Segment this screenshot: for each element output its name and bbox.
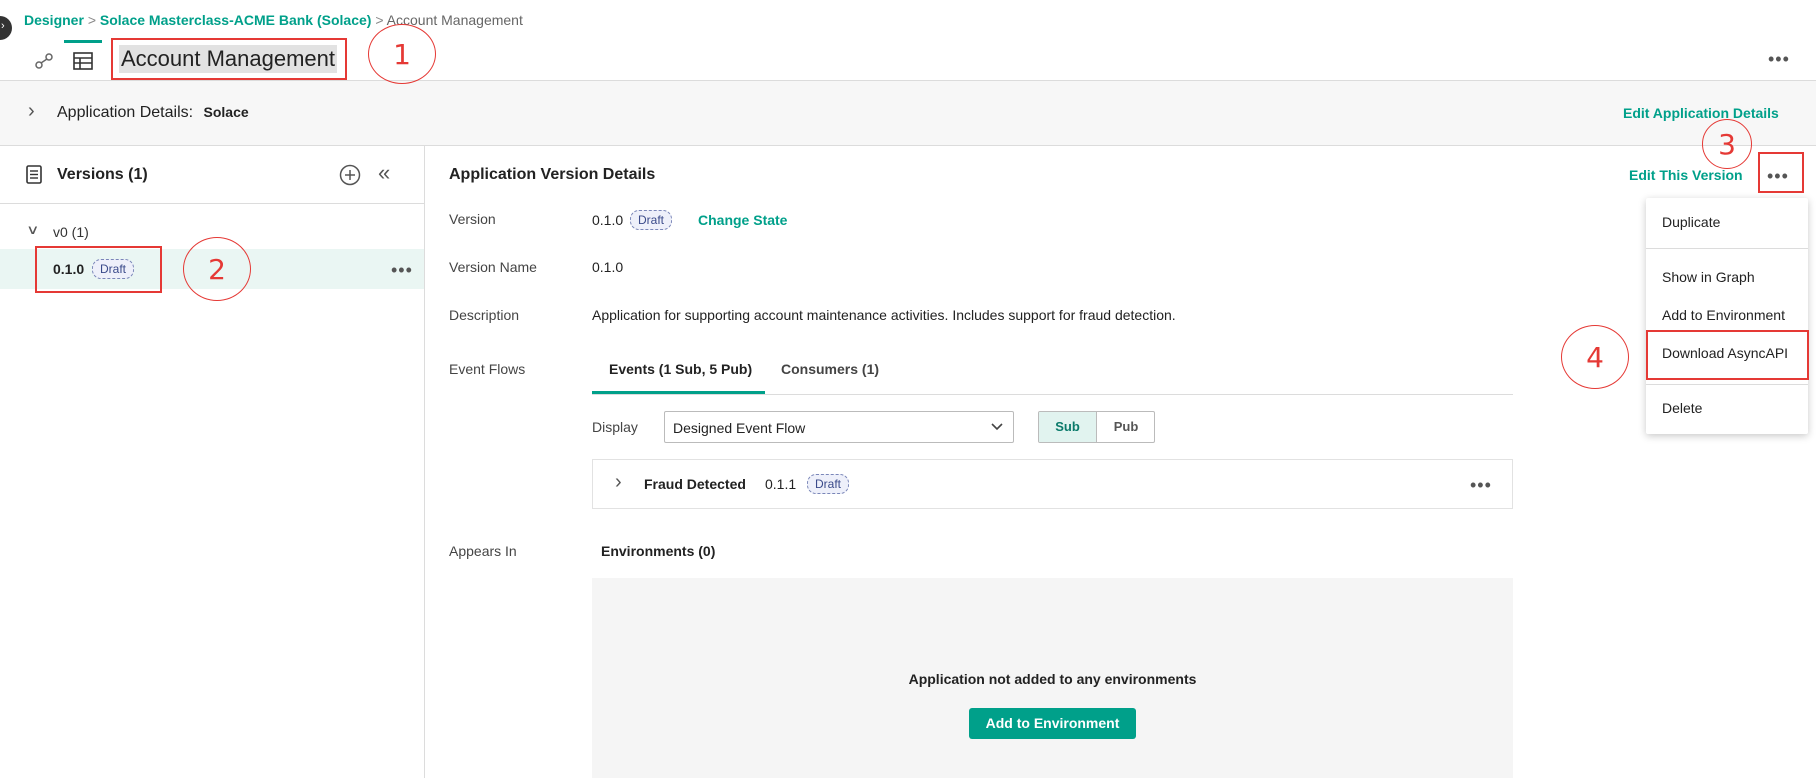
sub-toggle-button[interactable]: Sub — [1039, 412, 1097, 442]
annotation-box-download — [1646, 330, 1809, 380]
tab-events[interactable]: Events (1 Sub, 5 Pub) — [609, 361, 752, 377]
menu-item-add-to-environment[interactable]: Add to Environment — [1662, 307, 1785, 323]
annotation-number: 4 — [1561, 325, 1629, 389]
app-details-bar — [0, 81, 1816, 145]
display-select[interactable]: Designed Event Flow — [664, 411, 1014, 443]
add-to-environment-button[interactable]: Add to Environment — [969, 708, 1136, 739]
empty-message: Application not added to any environment… — [908, 671, 1197, 687]
annotation-box-more — [1758, 152, 1804, 193]
version-name-label: Version Name — [449, 259, 537, 275]
versions-title: Versions (1) — [57, 166, 148, 183]
breadcrumb-domain[interactable]: Solace Masterclass-ACME Bank (Solace) — [100, 12, 372, 28]
edit-this-version-link[interactable]: Edit This Version — [1629, 167, 1743, 183]
version-more-button[interactable]: ••• — [391, 261, 413, 279]
nav-toggle-button[interactable]: › — [0, 16, 12, 40]
event-more-button[interactable]: ••• — [1470, 476, 1492, 494]
breadcrumb-separator: > — [87, 12, 96, 28]
breadcrumb-designer[interactable]: Designer — [24, 12, 84, 28]
context-menu: Duplicate Show in Graph Add to Environme… — [1646, 198, 1808, 434]
annotation-number: 3 — [1702, 119, 1752, 169]
chevron-right-icon: › — [1, 20, 5, 32]
document-icon — [26, 165, 42, 184]
annotation-number: 1 — [368, 24, 436, 84]
app-details-value: Solace — [203, 104, 249, 120]
graph-view-button[interactable] — [26, 44, 62, 78]
tab-consumers[interactable]: Consumers (1) — [781, 361, 879, 377]
menu-item-show-in-graph[interactable]: Show in Graph — [1662, 269, 1755, 285]
status-badge: Draft — [807, 474, 850, 494]
status-badge: Draft — [630, 210, 673, 230]
sub-pub-toggle: Sub Pub — [1038, 411, 1155, 443]
event-flows-label: Event Flows — [449, 361, 526, 377]
table-icon — [73, 51, 93, 70]
add-version-icon[interactable] — [339, 164, 361, 186]
collapse-panel-icon[interactable]: « — [378, 160, 390, 186]
chevron-right-icon[interactable]: › — [28, 100, 35, 123]
breadcrumb-separator: > — [375, 12, 384, 28]
event-version: 0.1.1 — [765, 476, 797, 492]
description-value: Application for supporting account maint… — [592, 307, 1176, 323]
version-group[interactable]: v0 (1) — [53, 224, 89, 240]
display-label: Display — [592, 419, 638, 435]
display-select-value: Designed Event Flow — [673, 420, 806, 436]
table-view-button[interactable] — [64, 40, 102, 78]
edit-application-details-link[interactable]: Edit Application Details — [1623, 105, 1779, 121]
environments-empty-panel: Application not added to any environment… — [592, 578, 1513, 778]
change-state-link[interactable]: Change State — [698, 212, 787, 228]
header-more-button[interactable]: ••• — [1768, 50, 1790, 68]
version-name-value: 0.1.0 — [592, 259, 624, 275]
graph-icon — [35, 53, 53, 69]
annotation-box-title — [111, 38, 347, 80]
chevron-right-icon[interactable]: › — [615, 471, 622, 494]
annotation-box-version — [35, 246, 162, 293]
menu-item-delete[interactable]: Delete — [1662, 400, 1702, 416]
version-value: 0.1.0 — [592, 212, 624, 228]
annotation-number: 2 — [183, 237, 251, 301]
version-details-title: Application Version Details — [449, 166, 656, 183]
menu-item-duplicate[interactable]: Duplicate — [1662, 214, 1720, 230]
environments-title: Environments (0) — [601, 543, 716, 559]
breadcrumb: Designer > Solace Masterclass-ACME Bank … — [24, 12, 523, 28]
event-row[interactable]: › Fraud Detected 0.1.1 Draft ••• — [592, 459, 1513, 509]
version-label: Version — [449, 211, 496, 227]
event-name: Fraud Detected — [644, 476, 746, 492]
appears-in-label: Appears In — [449, 543, 517, 559]
description-label: Description — [449, 307, 520, 323]
chevron-down-icon — [991, 423, 1003, 431]
pub-toggle-button[interactable]: Pub — [1097, 412, 1154, 442]
chevron-down-icon[interactable]: ∨ — [26, 222, 39, 238]
app-details-label: Application Details: Solace — [57, 104, 249, 121]
